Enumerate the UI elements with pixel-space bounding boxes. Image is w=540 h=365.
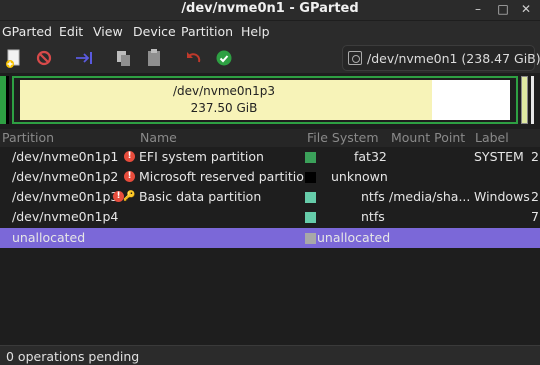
partition-block-name: /dev/nvme0n1p3 — [172, 84, 276, 98]
fs-color-swatch — [305, 192, 316, 203]
size-cell: 7 — [531, 209, 539, 224]
warning-icon: ! — [124, 171, 135, 182]
partition-block-size: 237.50 GiB — [190, 101, 258, 115]
key-icon: 🔑 — [123, 191, 136, 202]
partition-cell: unallocated — [12, 230, 86, 245]
size-cell: 2 — [531, 189, 539, 204]
device-selector[interactable]: /dev/nvme0n1 (238.47 GiB) — [342, 45, 540, 71]
title-bar: /dev/nvme0n1 - GParted – □ ✕ — [0, 0, 540, 20]
minimize-button[interactable]: – — [469, 0, 487, 18]
name-cell: Basic data partition — [139, 189, 262, 204]
partition-cell: /dev/nvme0n1p1 — [12, 149, 119, 164]
partition-cell: /dev/nvme0n1p2 — [12, 169, 119, 184]
fs-cell: ntfs — [361, 189, 385, 204]
name-cell: EFI system partition — [139, 149, 264, 164]
fs-color-swatch — [305, 233, 316, 244]
label-cell: SYSTEM — [474, 149, 524, 164]
partition-block-p4[interactable] — [521, 76, 528, 124]
maximize-button[interactable]: □ — [494, 0, 512, 18]
fs-color-swatch — [305, 212, 316, 223]
menu-view[interactable]: View — [93, 24, 123, 39]
header-label[interactable]: Label — [475, 130, 509, 145]
fs-cell: unallocated — [317, 230, 391, 245]
new-icon[interactable] — [3, 47, 25, 69]
table-row[interactable]: /dev/nvme0n1p2 ! Microsoft reserved part… — [0, 167, 540, 187]
fs-cell: ntfs — [361, 209, 385, 224]
apply-icon[interactable] — [213, 47, 235, 69]
fs-cell: unknown — [331, 169, 388, 184]
mount-cell: /media/sha... — [389, 189, 471, 204]
partition-block-unallocated[interactable] — [531, 76, 540, 124]
header-file-system[interactable]: File System — [307, 130, 379, 145]
pending-operations: 0 operations pending — [6, 349, 140, 364]
partition-cell: /dev/nvme0n1p4 — [12, 209, 119, 224]
disk-map: /dev/nvme0n1p3 237.50 GiB — [0, 74, 540, 128]
free-space — [432, 80, 510, 120]
label-cell: Windows — [474, 189, 530, 204]
disk-icon — [348, 51, 362, 65]
name-cell: Microsoft reserved partition — [139, 169, 312, 184]
header-mount-point[interactable]: Mount Point — [391, 130, 465, 145]
undo-icon[interactable] — [183, 47, 205, 69]
menu-bar: GParted Edit View Device Partition Help — [0, 21, 540, 43]
fs-cell: fat32 — [354, 149, 387, 164]
header-name[interactable]: Name — [140, 130, 177, 145]
partition-cell: /dev/nvme0n1p3 — [12, 189, 119, 204]
menu-partition[interactable]: Partition — [181, 24, 233, 39]
table-header: Partition Name File System Mount Point L… — [0, 129, 540, 147]
status-bar: 0 operations pending — [0, 345, 540, 365]
menu-help[interactable]: Help — [241, 24, 270, 39]
warning-icon: ! — [124, 151, 135, 162]
menu-edit[interactable]: Edit — [59, 24, 83, 39]
fs-color-swatch — [305, 172, 316, 183]
table-row-selected[interactable]: unallocated unallocated — [0, 228, 540, 248]
fs-color-swatch — [305, 152, 316, 163]
paste-icon[interactable] — [143, 47, 165, 69]
partition-block-p3[interactable]: /dev/nvme0n1p3 237.50 GiB — [12, 76, 518, 124]
size-cell: 2 — [531, 149, 539, 164]
delete-icon[interactable] — [33, 47, 55, 69]
copy-icon[interactable] — [113, 47, 135, 69]
close-button[interactable]: ✕ — [517, 0, 535, 18]
menu-device[interactable]: Device — [133, 24, 176, 39]
header-partition[interactable]: Partition — [2, 130, 54, 145]
table-row[interactable]: /dev/nvme0n1p3 ! 🔑 Basic data partition … — [0, 187, 540, 207]
table-row[interactable]: /dev/nvme0n1p4 ntfs 7 — [0, 207, 540, 227]
window-title: /dev/nvme0n1 - GParted — [181, 1, 359, 16]
device-selector-label: /dev/nvme0n1 (238.47 GiB) — [367, 51, 540, 66]
partition-block-p2[interactable] — [6, 76, 9, 124]
table-row[interactable]: /dev/nvme0n1p1 ! EFI system partition fa… — [0, 147, 540, 167]
menu-gparted[interactable]: GParted — [2, 24, 52, 39]
resize-move-icon[interactable] — [73, 47, 95, 69]
